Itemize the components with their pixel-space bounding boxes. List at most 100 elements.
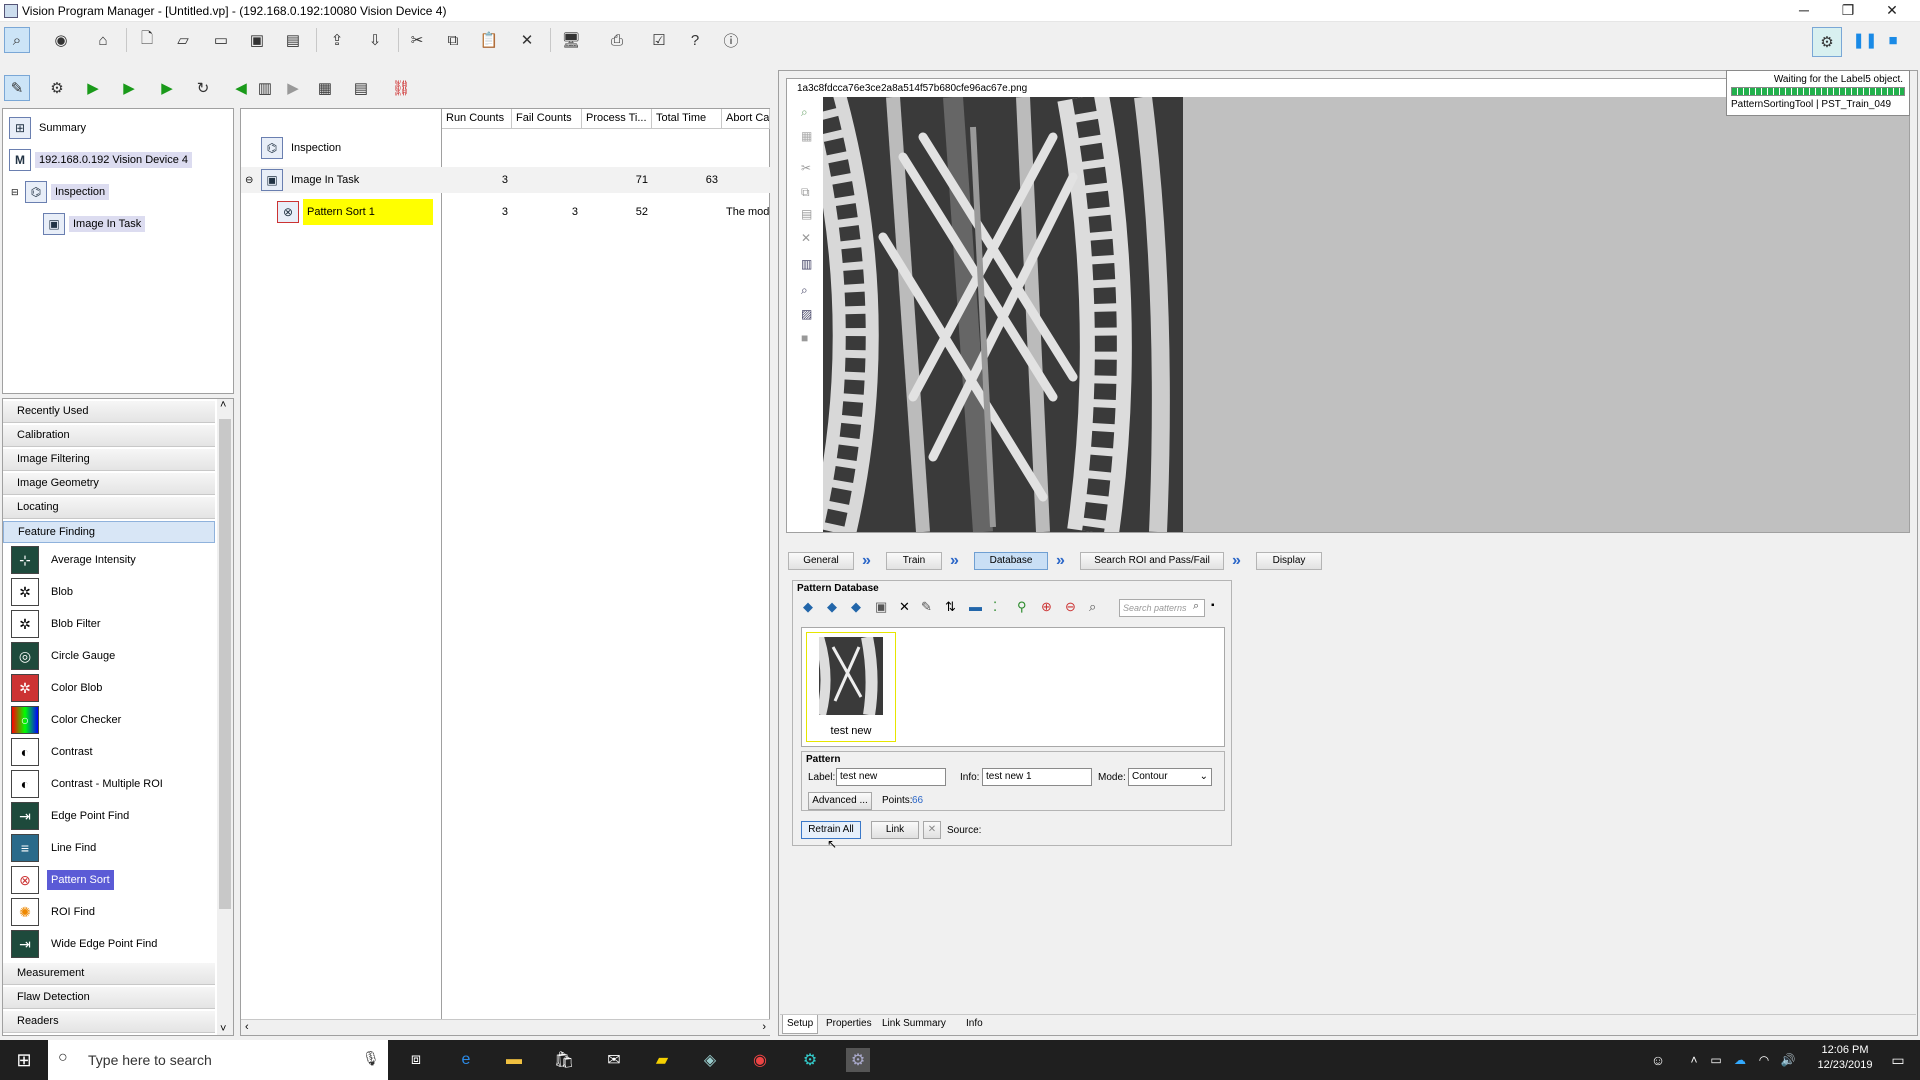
tray-chevron-icon[interactable]: ˄ bbox=[1682, 1048, 1706, 1072]
category-locating[interactable]: Locating bbox=[3, 497, 215, 519]
people-icon[interactable]: ☺ bbox=[1646, 1048, 1670, 1072]
paste-icon[interactable]: 📋 bbox=[476, 27, 502, 53]
train-icon[interactable]: ⚲ bbox=[1017, 599, 1027, 615]
tab-info[interactable]: Info bbox=[962, 1015, 987, 1032]
zoom-fit-icon[interactable]: ⌕ bbox=[801, 105, 808, 120]
file-explorer-icon[interactable]: ▬ bbox=[502, 1048, 526, 1072]
tool-edge-point-find[interactable]: ⇥ Edge Point Find bbox=[11, 801, 133, 831]
tree-item-image-in-task[interactable]: ▣ Image In Task bbox=[43, 211, 146, 237]
unlink-button[interactable]: ✕ bbox=[923, 821, 941, 839]
home-icon[interactable]: ⌂ bbox=[90, 27, 116, 53]
tool-color-checker[interactable]: ○ Color Checker bbox=[11, 705, 125, 735]
zoom-in-icon[interactable]: ⊕ bbox=[1041, 599, 1052, 615]
print-icon[interactable]: ⎙ bbox=[604, 27, 630, 53]
pattern-thumbnail[interactable]: test new bbox=[806, 632, 896, 742]
stop-icon[interactable]: ◉ bbox=[48, 27, 74, 53]
scroll-down-icon[interactable]: ˅ bbox=[220, 1023, 226, 1035]
taskbar-clock[interactable]: 12:06 PM 12/23/2019 bbox=[1808, 1044, 1882, 1071]
layers-icon[interactable]: ▥ bbox=[801, 257, 812, 271]
copy-icon[interactable]: ⧉ bbox=[440, 27, 466, 53]
tool-circle-gauge[interactable]: ◎ Circle Gauge bbox=[11, 641, 119, 671]
col-fail-counts[interactable]: Fail Counts bbox=[512, 109, 582, 129]
tree-item-summary[interactable]: ⊞ Summary bbox=[9, 115, 90, 141]
save-pattern-icon[interactable]: ▣ bbox=[875, 599, 887, 615]
restore-button[interactable]: ❐ bbox=[1826, 0, 1870, 22]
new-file-icon[interactable]: 🗋 bbox=[134, 27, 160, 53]
download-icon[interactable]: ⇩ bbox=[362, 27, 388, 53]
image-icon[interactable]: ▨ bbox=[801, 307, 812, 321]
collapse-icon[interactable]: ⊖ bbox=[245, 175, 253, 186]
tab-search-roi[interactable]: Search ROI and Pass/Fail bbox=[1080, 552, 1224, 570]
device-status-icon[interactable]: ⚙ bbox=[1812, 27, 1842, 57]
tab-setup[interactable]: Setup bbox=[782, 1015, 819, 1034]
vision-program-manager-icon[interactable]: ⚙ bbox=[846, 1048, 870, 1072]
tool-roi-find[interactable]: ✺ ROI Find bbox=[11, 897, 99, 927]
tool-contrast[interactable]: ◐ Contrast bbox=[11, 737, 97, 767]
scroll-right-icon[interactable]: › bbox=[762, 1021, 766, 1033]
category-calibration[interactable]: Calibration bbox=[3, 425, 215, 447]
vertical-scrollbar[interactable]: ˄ ˅ bbox=[217, 399, 233, 1035]
grid-row-pattern-sort[interactable]: ⊗ Pattern Sort 1 bbox=[277, 199, 433, 225]
edge-icon[interactable]: e bbox=[454, 1048, 478, 1072]
volume-icon[interactable]: 🔊 bbox=[1776, 1048, 1800, 1072]
tree-item-inspection[interactable]: ⌬ Inspection bbox=[25, 179, 110, 205]
taskbar-search[interactable]: ○ Type here to search 🎙 bbox=[48, 1040, 388, 1080]
image-canvas[interactable] bbox=[823, 97, 1909, 532]
grid-row-inspection[interactable]: ⌬ Inspection bbox=[261, 135, 345, 161]
mail-icon[interactable]: ✉ bbox=[602, 1048, 626, 1072]
link-icon[interactable]: ⛓ bbox=[388, 75, 414, 101]
import-pattern-icon[interactable]: ◆ bbox=[851, 599, 861, 615]
col-run-counts[interactable]: Run Counts bbox=[442, 109, 512, 129]
sticky-notes-icon[interactable]: ▰ bbox=[650, 1048, 674, 1072]
upload-icon[interactable]: ⇪ bbox=[324, 27, 350, 53]
save-icon[interactable]: ▣ bbox=[244, 27, 270, 53]
network-icon[interactable]: ◠ bbox=[1752, 1048, 1776, 1072]
category-flaw-detection[interactable]: Flaw Detection bbox=[3, 987, 215, 1009]
vision-app-icon[interactable]: ⚙ bbox=[798, 1048, 822, 1072]
remove-pattern-icon[interactable]: ✕ bbox=[899, 599, 910, 615]
col-process-time[interactable]: Process Ti... bbox=[582, 109, 652, 129]
film-icon[interactable]: ▥ bbox=[252, 75, 278, 101]
edit-pattern-icon[interactable]: ✎ bbox=[921, 599, 932, 615]
tab-database[interactable]: Database bbox=[974, 552, 1048, 570]
settings-icon[interactable]: ⚙ bbox=[44, 75, 70, 101]
prev-icon[interactable]: ◀ bbox=[228, 75, 254, 101]
folder-icon[interactable]: ▭ bbox=[208, 27, 234, 53]
category-recently-used[interactable]: Recently Used bbox=[3, 401, 215, 423]
search-device-icon[interactable]: ⌕ bbox=[4, 27, 30, 53]
col-total-time[interactable]: Total Time bbox=[652, 109, 722, 129]
step-icon[interactable]: ▶ bbox=[154, 75, 180, 101]
next-icon[interactable]: ▶ bbox=[280, 75, 306, 101]
tool-wide-edge-point-find[interactable]: ⇥ Wide Edge Point Find bbox=[11, 929, 161, 959]
copy-icon[interactable]: ⧉ bbox=[801, 185, 810, 200]
cut-icon[interactable]: ✂ bbox=[801, 161, 811, 175]
collapse-icon[interactable]: ⊟ bbox=[11, 187, 19, 198]
battery-icon[interactable]: ▭ bbox=[1704, 1048, 1728, 1072]
tool-line-find[interactable]: ≡ Line Find bbox=[11, 833, 100, 863]
grid-icon[interactable]: ▦ bbox=[801, 129, 812, 143]
minimize-button[interactable]: ─ bbox=[1782, 0, 1826, 22]
open-icon[interactable]: ▱ bbox=[170, 27, 196, 53]
loop-icon[interactable]: ↻ bbox=[190, 75, 216, 101]
chrome-icon[interactable]: ◉ bbox=[748, 1048, 772, 1072]
tool-average-intensity[interactable]: ⊹ Average Intensity bbox=[11, 545, 140, 575]
zoom-icon[interactable]: ⌕ bbox=[801, 283, 808, 298]
tool-pattern-sort[interactable]: ⊗ Pattern Sort bbox=[11, 865, 114, 895]
stop-square-icon[interactable]: ■ bbox=[1880, 27, 1906, 53]
tab-train[interactable]: Train bbox=[886, 552, 942, 570]
tab-link-summary[interactable]: Link Summary bbox=[878, 1015, 950, 1032]
run-icon[interactable]: ▶ bbox=[80, 75, 106, 101]
overlay-icon[interactable]: ■ bbox=[801, 331, 808, 345]
close-button[interactable]: ✕ bbox=[1870, 0, 1914, 22]
tab-general[interactable]: General bbox=[788, 552, 854, 570]
about-icon[interactable]: ⓘ bbox=[718, 27, 744, 53]
tool-blob[interactable]: ✲ Blob bbox=[11, 577, 77, 607]
tool-contrast-multiple-roi[interactable]: ◐ Contrast - Multiple ROI bbox=[11, 769, 167, 799]
task-view-icon[interactable]: ⧈ bbox=[404, 1048, 428, 1072]
add-from-image-icon[interactable]: ◆ bbox=[827, 599, 837, 615]
checklist-icon[interactable]: ☑ bbox=[646, 27, 672, 53]
tool-blob-filter[interactable]: ✲ Blob Filter bbox=[11, 609, 105, 639]
scroll-left-icon[interactable]: ‹ bbox=[245, 1021, 249, 1033]
store-icon[interactable]: 🛍 bbox=[552, 1048, 576, 1072]
delete-icon[interactable]: ✕ bbox=[801, 231, 811, 245]
